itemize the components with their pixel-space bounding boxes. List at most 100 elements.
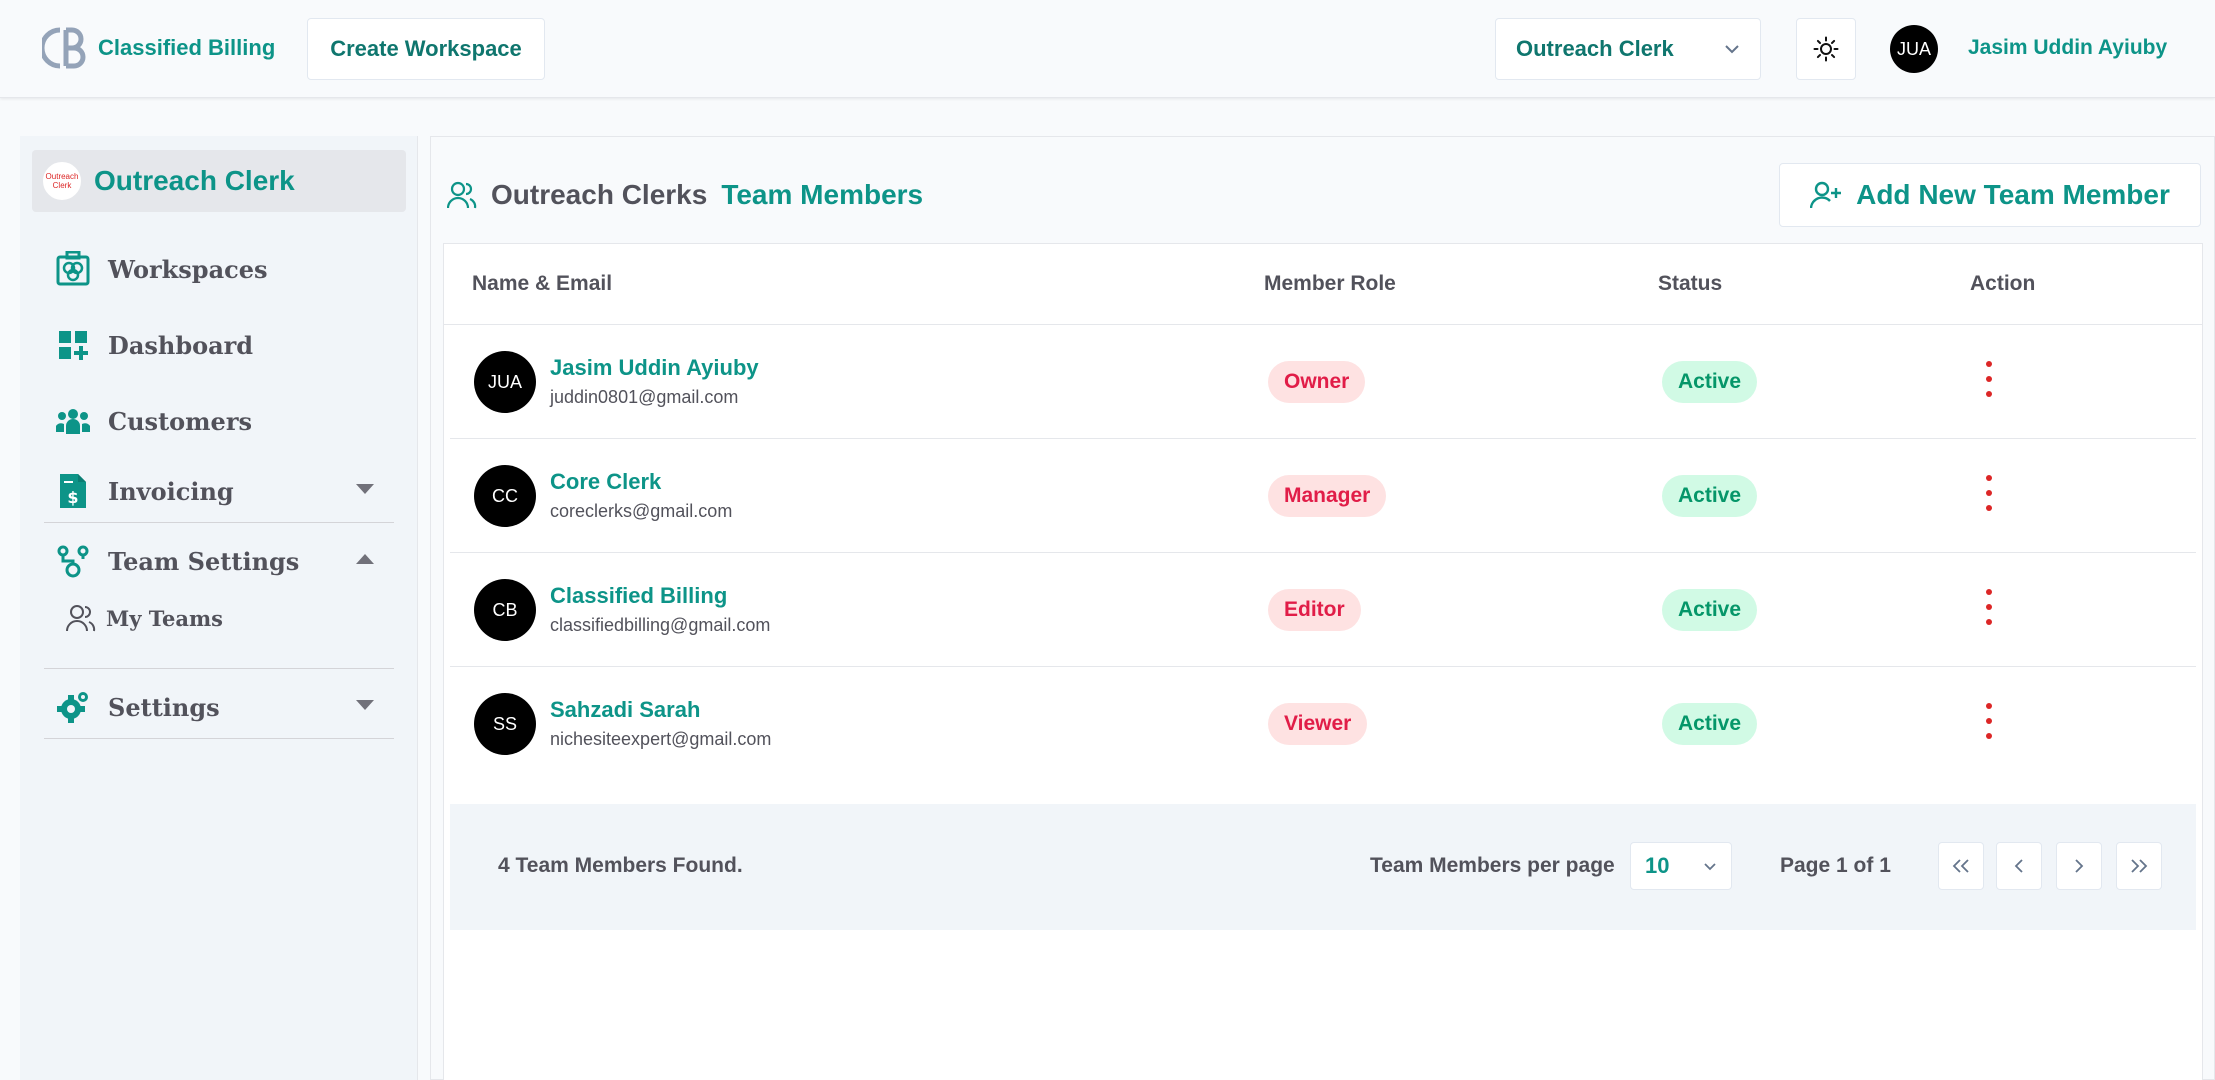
- chevrons-right-icon: [2131, 859, 2148, 873]
- sidebar-item-dashboard[interactable]: Dashboard: [54, 326, 253, 364]
- page-title-prefix: Outreach Clerks: [491, 179, 708, 210]
- member-name[interactable]: Jasim Uddin Ayiuby: [550, 355, 759, 381]
- sidebar-subitem-label: My Teams: [106, 605, 223, 631]
- chevron-down-icon: [1704, 862, 1716, 870]
- role-badge: Owner: [1268, 361, 1366, 403]
- add-team-member-button[interactable]: Add New Team Member: [1779, 163, 2201, 227]
- chevrons-left-icon: [1952, 859, 1969, 873]
- invoicing-chevron-down-icon[interactable]: [356, 484, 374, 494]
- member-email: juddin0801@gmail.com: [550, 387, 739, 407]
- settings-chevron-down-icon[interactable]: [356, 700, 374, 710]
- table-row: SS Sahzadi Sarah nichesiteexpert@gmail.c…: [450, 667, 2196, 781]
- per-page-value: 10: [1645, 853, 1670, 878]
- table-footer: 4 Team Members Found. Team Members per p…: [450, 804, 2196, 930]
- avatar: SS: [474, 693, 536, 755]
- prev-page-button[interactable]: [1996, 842, 2042, 890]
- column-header-member-role: Member Role: [1264, 272, 1396, 295]
- column-header-name-email: Name & Email: [472, 272, 613, 295]
- create-workspace-button[interactable]: Create Workspace: [307, 18, 545, 80]
- page-info: Page 1 of 1: [1780, 854, 1891, 877]
- sidebar-subitem-my-teams[interactable]: My Teams: [66, 604, 223, 632]
- brand-name: Classified Billing: [98, 35, 276, 60]
- table-row: JUA Jasim Uddin Ayiuby juddin0801@gmail.…: [450, 325, 2196, 439]
- status-badge: Active: [1662, 589, 1758, 631]
- avatar: JUA: [474, 351, 536, 413]
- add-team-member-label: Add New Team Member: [1856, 179, 2170, 210]
- role-badge: Editor: [1268, 589, 1361, 631]
- theme-toggle-button[interactable]: [1796, 18, 1856, 80]
- top-header: Classified Billing Create Workspace Outr…: [0, 0, 2215, 98]
- invoice-icon: $: [54, 472, 92, 510]
- avatar: CC: [474, 465, 536, 527]
- more-options-icon[interactable]: [1974, 359, 2004, 399]
- page-title-suffix: Team Members: [721, 179, 924, 210]
- member-email: classifiedbilling@gmail.com: [550, 615, 771, 635]
- status-badge: Active: [1662, 703, 1758, 745]
- table-row: CB Classified Billing classifiedbilling@…: [450, 553, 2196, 667]
- avatar: CB: [474, 579, 536, 641]
- workspaces-icon: [54, 250, 92, 288]
- chevron-left-icon: [2014, 859, 2023, 873]
- brand[interactable]: Classified Billing: [42, 24, 275, 72]
- member-email: coreclerks@gmail.com: [550, 501, 733, 521]
- main-panel: Outreach Clerks Team Members Add New Tea…: [430, 136, 2215, 1080]
- column-header-status: Status: [1658, 272, 1723, 295]
- divider: [44, 738, 394, 739]
- users-icon: [66, 605, 96, 632]
- svg-text:$: $: [67, 488, 78, 507]
- page-title: Outreach Clerks Team Members: [447, 179, 923, 211]
- per-page-select[interactable]: 10: [1630, 842, 1732, 890]
- results-count: 4 Team Members Found.: [498, 854, 743, 877]
- per-page-label: Team Members per page: [1370, 854, 1615, 877]
- chevron-right-icon: [2075, 859, 2084, 873]
- customers-icon: [54, 402, 92, 440]
- more-options-icon[interactable]: [1974, 587, 2004, 627]
- sidebar-item-invoicing[interactable]: $ Invoicing: [54, 472, 234, 510]
- last-page-button[interactable]: [2116, 842, 2162, 890]
- workspace-select[interactable]: Outreach Clerk: [1495, 18, 1761, 80]
- role-badge: Manager: [1268, 475, 1387, 517]
- sidebar-item-workspaces[interactable]: Workspaces: [54, 250, 268, 288]
- divider: [44, 522, 394, 523]
- user-avatar[interactable]: JUA: [1890, 25, 1938, 73]
- divider: [44, 668, 394, 669]
- team-settings-icon: [54, 542, 92, 580]
- workspace-select-value: Outreach Clerk: [1516, 36, 1674, 61]
- more-options-icon[interactable]: [1974, 473, 2004, 513]
- first-page-button[interactable]: [1938, 842, 1984, 890]
- sidebar-item-label: Invoicing: [108, 476, 234, 506]
- sidebar-item-label: Team Settings: [108, 546, 300, 576]
- table-row: CC Core Clerk coreclerks@gmail.com Manag…: [450, 439, 2196, 553]
- sidebar-item-label: Workspaces: [108, 254, 268, 284]
- sidebar-item-label: Customers: [108, 406, 252, 436]
- sidebar-item-settings[interactable]: Settings: [54, 688, 220, 726]
- member-email: nichesiteexpert@gmail.com: [550, 729, 772, 749]
- sidebar-item-customers[interactable]: Customers: [54, 402, 252, 440]
- workspace-name: Outreach Clerk: [94, 165, 295, 196]
- member-name[interactable]: Core Clerk: [550, 469, 661, 495]
- sidebar: Outreach Clerk Outreach Clerk Workspaces…: [20, 136, 418, 1080]
- member-name[interactable]: Classified Billing: [550, 583, 727, 609]
- team-members-table: Name & Email Member Role Status Action J…: [443, 243, 2203, 1080]
- more-options-icon[interactable]: [1974, 701, 2004, 741]
- sun-icon: [1813, 36, 1839, 62]
- workspace-logo: Outreach Clerk: [42, 161, 82, 201]
- status-badge: Active: [1662, 361, 1758, 403]
- users-icon: [447, 181, 477, 209]
- role-badge: Viewer: [1268, 703, 1368, 745]
- user-plus-icon: [1810, 181, 1842, 209]
- sidebar-item-label: Settings: [108, 692, 220, 722]
- column-header-action: Action: [1970, 272, 2036, 295]
- current-workspace-card[interactable]: Outreach Clerk Outreach Clerk: [32, 150, 406, 212]
- sidebar-item-team-settings[interactable]: Team Settings: [54, 542, 299, 580]
- sidebar-item-label: Dashboard: [108, 330, 254, 360]
- member-name[interactable]: Sahzadi Sarah: [550, 697, 700, 723]
- user-name[interactable]: Jasim Uddin Ayiuby: [1968, 36, 2167, 60]
- brand-logo-icon: [42, 27, 86, 69]
- next-page-button[interactable]: [2056, 842, 2102, 890]
- chevron-down-icon: [1725, 45, 1739, 54]
- team-settings-chevron-up-icon[interactable]: [356, 554, 374, 564]
- settings-gear-icon: [54, 688, 92, 726]
- status-badge: Active: [1662, 475, 1758, 517]
- dashboard-icon: [54, 326, 92, 364]
